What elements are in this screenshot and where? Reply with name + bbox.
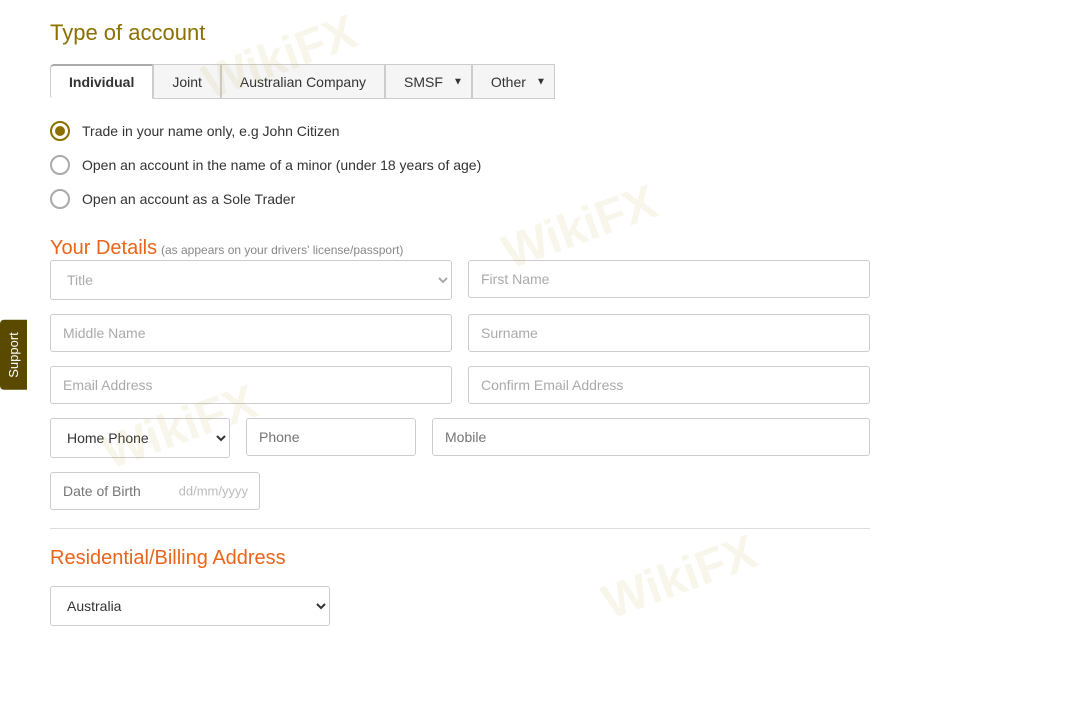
account-type-tabs: IndividualJointAustralian CompanySMSF▼Ot… — [50, 64, 870, 99]
radio-circle-sole-trader — [50, 189, 70, 209]
radio-circle-minor-account — [50, 155, 70, 175]
radio-item-minor-account[interactable]: Open an account in the name of a minor (… — [50, 155, 870, 175]
billing-section: Residential/Billing Address AustraliaNew… — [50, 547, 870, 626]
surname-input[interactable] — [468, 314, 870, 352]
dob-row: dd/mm/yyyy — [50, 472, 870, 510]
section-divider — [50, 528, 870, 529]
your-details-subtitle: (as appears on your drivers' license/pas… — [161, 243, 403, 257]
surname-field — [468, 314, 870, 352]
radio-label-minor-account: Open an account in the name of a minor (… — [82, 157, 481, 173]
country-row: AustraliaNew ZealandUnited KingdomUnited… — [50, 586, 870, 626]
dob-input[interactable] — [50, 472, 260, 510]
dob-field: dd/mm/yyyy — [50, 472, 260, 510]
tab-australian-company[interactable]: Australian Company — [221, 64, 385, 99]
title-firstname-row: TitleMrMrsMsMissDrProf — [50, 260, 870, 300]
tab-joint[interactable]: Joint — [153, 64, 221, 99]
account-subtype-radio-group: Trade in your name only, e.g John Citize… — [50, 121, 870, 209]
your-details-section: Your Details (as appears on your drivers… — [50, 237, 870, 510]
mobile-field — [432, 418, 870, 458]
country-select[interactable]: AustraliaNew ZealandUnited KingdomUnited… — [50, 586, 330, 626]
middle-name-field — [50, 314, 452, 352]
billing-title: Residential/Billing Address — [50, 547, 870, 570]
phone-input[interactable] — [246, 418, 416, 456]
email-field — [50, 366, 452, 404]
middlename-surname-row — [50, 314, 870, 352]
phone-type-field: Home PhoneWork PhoneMobile — [50, 418, 230, 458]
radio-label-trade-own-name: Trade in your name only, e.g John Citize… — [82, 123, 340, 139]
email-row — [50, 366, 870, 404]
middle-name-input[interactable] — [50, 314, 452, 352]
first-name-field — [468, 260, 870, 300]
your-details-title: Your Details — [50, 237, 157, 259]
tab-smsf[interactable]: SMSF▼ — [385, 64, 472, 99]
tab-individual[interactable]: Individual — [50, 64, 153, 99]
mobile-input[interactable] — [432, 418, 870, 456]
email-input[interactable] — [50, 366, 452, 404]
tab-other[interactable]: Other▼ — [472, 64, 555, 99]
tab-dropdown-arrow-smsf: ▼ — [453, 76, 463, 87]
phone-row: Home PhoneWork PhoneMobile — [50, 418, 870, 458]
title-select[interactable]: TitleMrMrsMsMissDrProf — [50, 260, 452, 300]
phone-type-select[interactable]: Home PhoneWork PhoneMobile — [50, 418, 230, 458]
support-tab[interactable]: Support — [0, 320, 27, 390]
radio-label-sole-trader: Open an account as a Sole Trader — [82, 191, 295, 207]
title-field: TitleMrMrsMsMissDrProf — [50, 260, 452, 300]
confirm-email-input[interactable] — [468, 366, 870, 404]
confirm-email-field — [468, 366, 870, 404]
first-name-input[interactable] — [468, 260, 870, 298]
support-label: Support — [6, 332, 21, 378]
radio-circle-trade-own-name — [50, 121, 70, 141]
phone-number-field — [246, 418, 416, 458]
tab-dropdown-arrow-other: ▼ — [536, 76, 546, 87]
page-title: Type of account — [50, 20, 870, 46]
radio-item-trade-own-name[interactable]: Trade in your name only, e.g John Citize… — [50, 121, 870, 141]
main-content: Type of account IndividualJointAustralia… — [20, 0, 900, 646]
country-field: AustraliaNew ZealandUnited KingdomUnited… — [50, 586, 330, 626]
radio-item-sole-trader[interactable]: Open an account as a Sole Trader — [50, 189, 870, 209]
